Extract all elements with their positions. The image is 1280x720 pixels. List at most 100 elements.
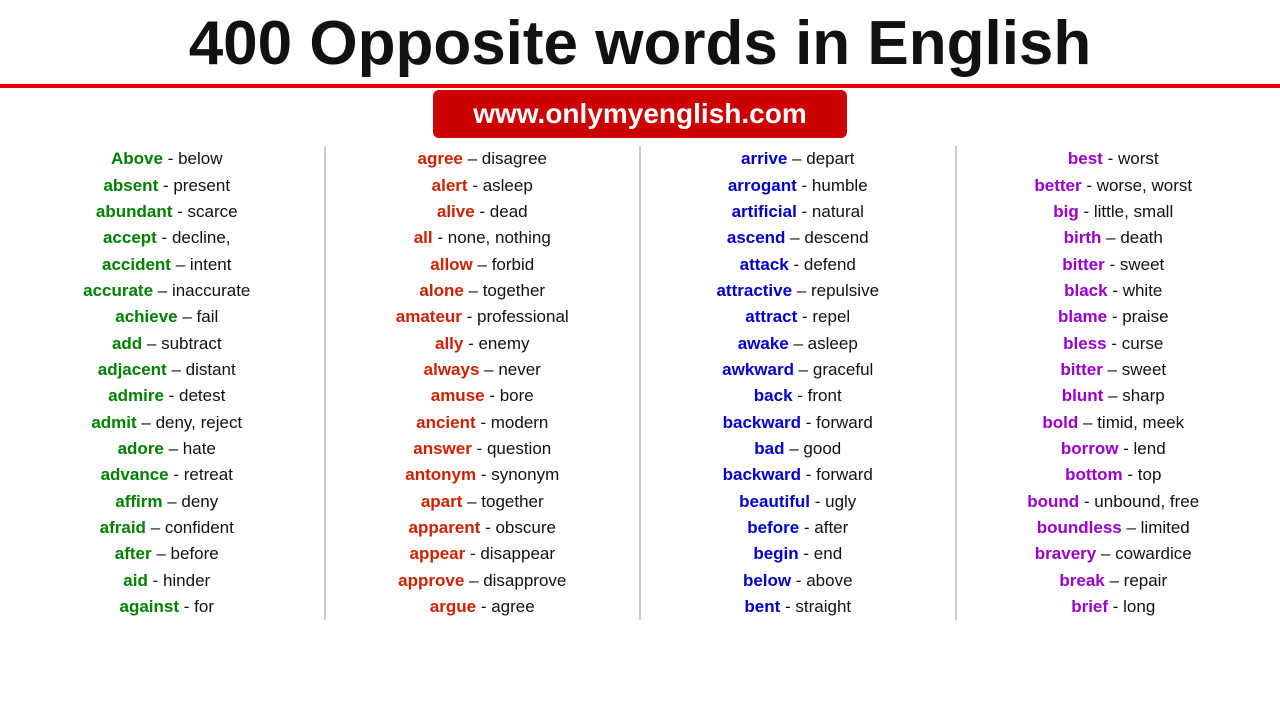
word-separator: - (476, 413, 491, 432)
word-key: apart (421, 492, 463, 511)
word-key: bitter (1060, 360, 1103, 379)
word-pair: appear - disappear (332, 541, 634, 567)
word-pair: arrive – depart (647, 146, 949, 172)
word-value: professional (477, 307, 569, 326)
word-value: together (483, 281, 545, 300)
word-separator: - (433, 228, 448, 247)
word-pair: back - front (647, 383, 949, 409)
url-banner: www.onlymyenglish.com (433, 90, 846, 138)
word-key: absent (103, 176, 158, 195)
word-key: always (424, 360, 480, 379)
word-separator: – (171, 255, 190, 274)
word-separator: - (801, 413, 816, 432)
word-key: afraid (100, 518, 146, 537)
word-key: black (1064, 281, 1107, 300)
word-key: backward (723, 465, 801, 484)
word-key: antonym (405, 465, 476, 484)
word-value: confident (165, 518, 234, 537)
word-separator: – (789, 334, 808, 353)
word-key: bless (1063, 334, 1106, 353)
word-key: amateur (396, 307, 462, 326)
column-2: agree – disagreealert - asleepalive - de… (326, 146, 642, 620)
word-value: depart (806, 149, 854, 168)
word-separator: – (464, 571, 483, 590)
word-key: accurate (83, 281, 153, 300)
word-key: break (1059, 571, 1104, 590)
word-separator: - (468, 176, 483, 195)
word-separator: - (475, 202, 490, 221)
word-pair: below - above (647, 568, 949, 594)
word-separator: - (179, 597, 194, 616)
word-key: admit (91, 413, 136, 432)
word-pair: agree – disagree (332, 146, 634, 172)
word-separator: - (1118, 439, 1133, 458)
word-value: never (498, 360, 541, 379)
word-separator: - (1107, 307, 1122, 326)
word-key: bold (1042, 413, 1078, 432)
url-text: www.onlymyenglish.com (473, 98, 806, 129)
word-key: attractive (716, 281, 792, 300)
word-value: dead (490, 202, 528, 221)
word-value: limited (1141, 518, 1190, 537)
word-key: ally (435, 334, 463, 353)
word-key: borrow (1061, 439, 1119, 458)
word-pair: approve – disapprove (332, 568, 634, 594)
column-1: Above - belowabsent - presentabundant - … (10, 146, 326, 620)
word-value: timid, meek (1097, 413, 1184, 432)
word-pair: Above - below (16, 146, 318, 172)
word-value: question (487, 439, 551, 458)
word-key: ascend (727, 228, 786, 247)
word-pair: admit – deny, reject (16, 410, 318, 436)
word-value: sweet (1122, 360, 1166, 379)
word-separator: - (1108, 281, 1123, 300)
word-pair: apparent - obscure (332, 515, 634, 541)
word-separator: – (1101, 228, 1120, 247)
word-separator: - (158, 176, 173, 195)
word-value: asleep (483, 176, 533, 195)
word-pair: before - after (647, 515, 949, 541)
word-key: blame (1058, 307, 1107, 326)
word-pair: attack - defend (647, 252, 949, 278)
word-separator: – (792, 281, 811, 300)
url-banner-row: www.onlymyenglish.com (0, 88, 1280, 142)
word-value: agree (491, 597, 534, 616)
word-pair: break – repair (963, 568, 1265, 594)
word-key: amuse (431, 386, 485, 405)
word-separator: – (794, 360, 813, 379)
word-separator: – (464, 281, 483, 300)
word-value: worst (1118, 149, 1159, 168)
word-value: together (481, 492, 543, 511)
word-pair: amateur - professional (332, 304, 634, 330)
word-separator: - (164, 386, 179, 405)
word-separator: – (152, 544, 171, 563)
word-pair: adjacent – distant (16, 357, 318, 383)
word-pair: bent - straight (647, 594, 949, 620)
word-pair: arrogant - humble (647, 173, 949, 199)
word-key: Above (111, 149, 163, 168)
word-separator: - (789, 255, 804, 274)
word-separator: - (463, 334, 478, 353)
word-key: alert (432, 176, 468, 195)
word-separator: - (797, 176, 812, 195)
word-pair: absent - present (16, 173, 318, 199)
word-value: forbid (492, 255, 535, 274)
word-separator: – (167, 360, 186, 379)
word-pair: bitter – sweet (963, 357, 1265, 383)
word-separator: - (780, 597, 795, 616)
word-separator: - (169, 465, 184, 484)
word-separator: – (473, 255, 492, 274)
word-key: all (414, 228, 433, 247)
word-value: death (1120, 228, 1163, 247)
word-pair: bad – good (647, 436, 949, 462)
word-pair: begin - end (647, 541, 949, 567)
word-value: synonym (491, 465, 559, 484)
word-value: deny, reject (156, 413, 243, 432)
word-pair: accident – intent (16, 252, 318, 278)
word-pair: affirm – deny (16, 489, 318, 515)
word-value: defend (804, 255, 856, 274)
word-pair: birth – death (963, 225, 1265, 251)
word-value: repulsive (811, 281, 879, 300)
word-pair: achieve – fail (16, 304, 318, 330)
word-value: forward (816, 465, 873, 484)
word-key: beautiful (739, 492, 810, 511)
